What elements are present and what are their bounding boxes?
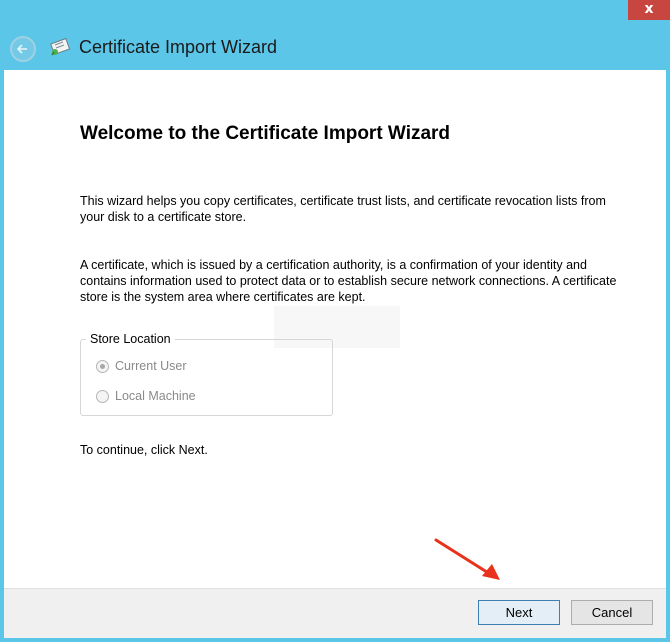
current-user-radio[interactable] [96, 359, 109, 373]
local-machine-option[interactable]: Local Machine [96, 388, 196, 404]
store-location-legend: Store Location [86, 332, 175, 346]
page-title: Welcome to the Certificate Import Wizard [80, 123, 451, 144]
current-user-label: Current User [115, 359, 187, 373]
continue-instruction: To continue, click Next. [80, 443, 208, 457]
local-machine-label: Local Machine [115, 389, 196, 403]
title-bar: x Certificate Import Wizard [0, 0, 670, 70]
certificate-icon [50, 37, 71, 56]
description-text: A certificate, which is issued by a cert… [80, 258, 617, 304]
next-button[interactable]: Next [478, 600, 560, 625]
intro-text: This wizard helps you copy certificates,… [80, 194, 606, 224]
close-button[interactable]: x [628, 0, 670, 20]
cancel-button[interactable]: Cancel [571, 600, 653, 625]
back-button[interactable] [10, 36, 36, 62]
red-arrow-annotation [434, 538, 500, 580]
wizard-footer: Next Cancel [4, 588, 666, 638]
window-title: Certificate Import Wizard [79, 37, 278, 57]
local-machine-radio[interactable] [96, 389, 109, 403]
current-user-option[interactable]: Current User [96, 358, 187, 374]
wizard-content: Welcome to the Certificate Import Wizard… [4, 70, 666, 588]
store-location-group [80, 339, 333, 416]
back-arrow-icon [16, 44, 27, 54]
